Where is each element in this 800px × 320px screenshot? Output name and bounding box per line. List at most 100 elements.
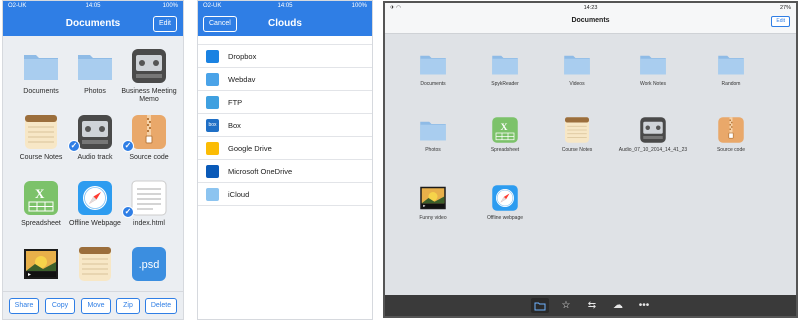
zip-button[interactable]: Zip [116,298,140,314]
cloud-service-list: Dropbox Webdav FTP box Box Google Drive Micros… [198,44,372,206]
copy-button[interactable]: Copy [45,298,75,314]
battery: 27% [779,5,791,11]
ipad-documents-screen: ✈ ◠ 14:23 27% Documents Edit Documents Sp… [383,1,798,318]
recorder-icon [75,112,115,152]
notes-icon [21,112,61,152]
notes-icon [75,244,115,284]
edit-button[interactable]: Edit [771,16,790,27]
safari-icon [490,183,520,213]
folder-icon [75,46,115,86]
file-label: Funny video [419,215,447,221]
cloud-service-label: FTP [228,98,243,107]
recorder-icon [129,46,169,86]
file-label: Business Meeting Memo [121,88,177,103]
file-item[interactable]: Videos [541,49,613,107]
file-label: Course Notes [561,147,593,153]
edit-button[interactable]: Edit [152,16,177,32]
cloud-service-label: Dropbox [228,52,257,61]
header: O2-UK 14:05 100% Cancel Clouds [198,1,372,36]
checkmark-icon[interactable]: ✓ [68,140,80,152]
action-bar: Share Copy Move Zip Delete [3,291,183,319]
file-item[interactable]: Course Notes [541,115,613,173]
cloud-service-label: Box [228,121,241,130]
cloud-service-row[interactable]: Dropbox [198,45,372,68]
file-item[interactable]: SpykReader [469,49,541,107]
recorder-icon [638,115,668,145]
cloud-icon[interactable]: ☁ [609,298,627,313]
notes-icon [562,115,592,145]
svg-text:X: X [501,122,508,133]
folder-icon[interactable] [531,298,549,313]
status-bar: ✈ ◠ 14:23 27% [385,3,796,13]
more-icon[interactable]: ••• [635,298,653,313]
file-item[interactable]: Random [695,49,767,107]
header: O2-UK 14:05 100% Documents Edit [3,1,183,36]
cloud-service-row[interactable]: Microsoft OneDrive [198,160,372,183]
svg-text:X: X [35,186,45,201]
file-item[interactable]: Course Notes [12,112,70,178]
zip-icon [129,112,169,152]
checkmark-icon[interactable]: ✓ [122,140,134,152]
cloud-service-icon [206,96,219,109]
folder-icon [418,115,448,145]
cloud-service-icon [206,188,219,201]
documents-screen: O2-UK 14:05 100% Documents Edit Document… [2,0,184,320]
folder-icon [716,49,746,79]
header: ✈ ◠ 14:23 27% Documents Edit [385,3,796,34]
file-label: SpykReader [491,81,519,87]
file-item[interactable]: Funny video [397,183,469,241]
star-icon[interactable]: ☆ [557,298,575,313]
cloud-service-icon [206,142,219,155]
file-item[interactable]: Offline webpage [469,183,541,241]
svg-text:.psd: .psd [139,259,160,271]
cloud-service-row[interactable]: iCloud [198,183,372,206]
zip-icon [716,115,746,145]
spreadsheet-icon: X [490,115,520,145]
file-item[interactable]: Work Notes [617,49,689,107]
move-button[interactable]: Move [81,298,111,314]
file-item[interactable]: Source code [695,115,767,173]
folder-icon [638,49,668,79]
file-item[interactable]: Photos [397,115,469,173]
folder-icon [562,49,592,79]
bottom-toolbar: ☆ ⇆ ☁ ••• [385,295,796,316]
file-item[interactable]: ✓ Source code [120,112,178,178]
file-item[interactable]: Offline Webpage [66,178,124,244]
checkmark-icon[interactable]: ✓ [122,206,134,218]
file-label: Spreadsheet [490,147,520,153]
file-label: Videos [569,81,585,87]
file-label: Audio_07_10_2014_14_41_23 [618,147,688,153]
cloud-service-label: iCloud [228,190,250,199]
file-label: Photos [425,147,441,153]
cloud-service-row[interactable]: FTP [198,91,372,114]
share-button[interactable]: Share [9,298,39,314]
text-icon [129,178,169,218]
transfer-icon[interactable]: ⇆ [583,298,601,313]
cloud-service-icon: box [206,119,219,132]
safari-icon [75,178,115,218]
folder-icon [490,49,520,79]
cloud-service-row[interactable]: box Box [198,114,372,137]
file-label: Random [721,81,741,87]
file-item[interactable]: Documents [397,49,469,107]
file-item[interactable]: Audio_07_10_2014_14_41_23 [617,115,689,173]
delete-button[interactable]: Delete [145,298,177,314]
file-item[interactable]: ✓ index.html [120,178,178,244]
cloud-service-icon [206,73,219,86]
spreadsheet-icon: X [21,178,61,218]
psd-icon: .psd [129,244,169,284]
clock: 14:23 [583,5,598,11]
file-label: Source code [129,154,169,161]
cloud-service-row[interactable]: Webdav [198,68,372,91]
clock: 14:05 [277,3,293,9]
battery: 100% [351,3,367,9]
file-item[interactable]: Business Meeting Memo [120,46,178,112]
cloud-service-row[interactable]: Google Drive [198,137,372,160]
file-item[interactable]: X Spreadsheet [12,178,70,244]
file-item[interactable]: ✓ Audio track [66,112,124,178]
page-title: Clouds [268,18,302,29]
file-item[interactable]: X Spreadsheet [469,115,541,173]
clock: 14:05 [85,3,101,9]
file-item[interactable]: Documents [12,46,70,112]
folder-icon [418,49,448,79]
